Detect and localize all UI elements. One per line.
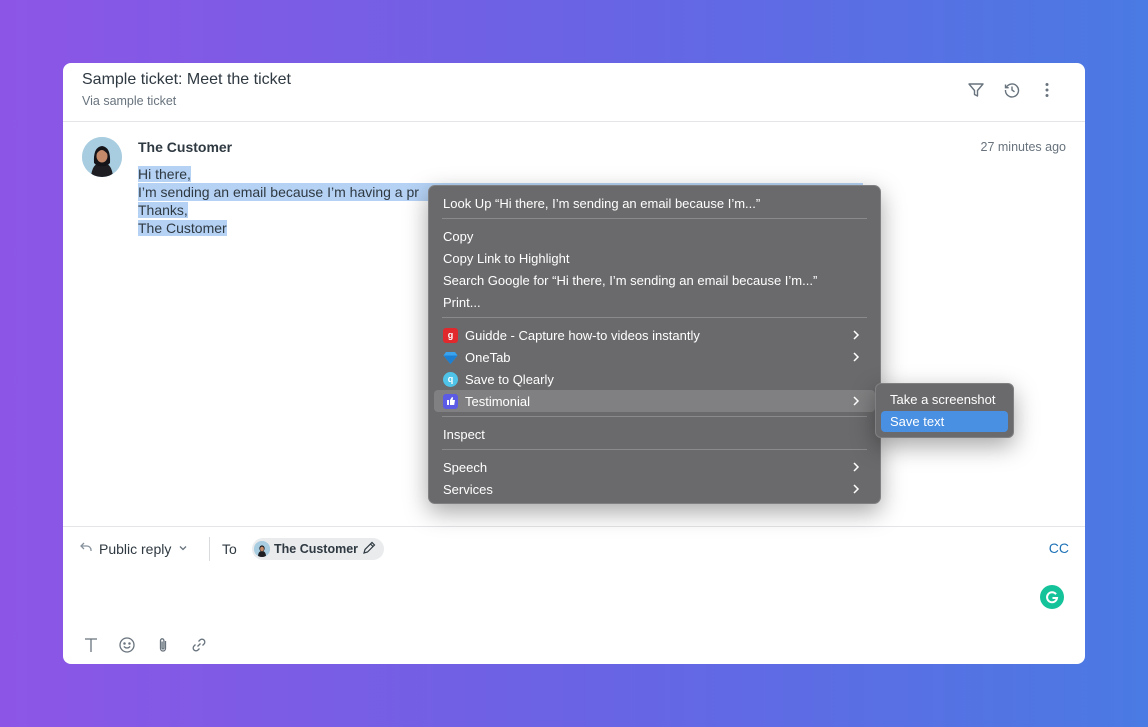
reply-type-label: Public reply [99, 540, 172, 557]
menu-item-services[interactable]: Services [434, 478, 875, 500]
message-body: Hi there, I’m sending an email because I… [138, 165, 419, 237]
menu-separator [442, 317, 867, 318]
divider [209, 537, 210, 561]
chevron-right-icon [853, 396, 860, 406]
chevron-down-icon [177, 541, 189, 557]
menu-item-label: Inspect [443, 426, 485, 442]
menu-item-label: Guidde - Capture how-to videos instantly [465, 327, 700, 343]
menu-item-onetab[interactable]: OneTab [434, 346, 875, 368]
menu-item-qlearly[interactable]: q Save to Qlearly [434, 368, 875, 390]
submenu-item-label: Save text [890, 414, 945, 429]
menu-item-copy-link[interactable]: Copy Link to Highlight [434, 247, 875, 269]
recipient-avatar [254, 541, 270, 557]
reply-type-dropdown[interactable]: Public reply [79, 540, 189, 557]
reply-composer: Public reply To The Customer CC [63, 526, 1085, 664]
menu-item-label: Print... [443, 294, 481, 310]
reply-arrow-icon [79, 540, 93, 557]
menu-item-testimonial[interactable]: Testimonial [434, 390, 875, 412]
menu-item-guidde[interactable]: g Guidde - Capture how-to videos instant… [434, 324, 875, 346]
submenu-item-take-screenshot[interactable]: Take a screenshot [881, 389, 1008, 410]
message-line: Hi there, [138, 166, 191, 182]
filter-icon[interactable] [965, 79, 987, 101]
menu-item-lookup[interactable]: Look Up “Hi there, I’m sending an email … [434, 192, 875, 214]
menu-item-label: OneTab [465, 349, 511, 365]
menu-item-search-google[interactable]: Search Google for “Hi there, I’m sending… [434, 269, 875, 291]
menu-item-print[interactable]: Print... [434, 291, 875, 313]
testimonial-submenu: Take a screenshot Save text [875, 383, 1014, 438]
message-line: Thanks, [138, 202, 188, 218]
menu-item-label: Copy Link to Highlight [443, 250, 570, 266]
emoji-icon[interactable] [117, 635, 137, 655]
menu-item-inspect[interactable]: Inspect [434, 423, 875, 445]
menu-separator [442, 449, 867, 450]
menu-item-label: Save to Qlearly [465, 371, 554, 387]
text-format-icon[interactable] [81, 635, 101, 655]
qlearly-icon: q [443, 371, 458, 387]
avatar [82, 137, 122, 177]
onetab-icon [443, 350, 458, 365]
recipient-name: The Customer [274, 542, 359, 556]
testimonial-icon [443, 393, 458, 409]
cc-link[interactable]: CC [1049, 540, 1069, 556]
ticket-header: Sample ticket: Meet the ticket Via sampl… [63, 63, 1085, 122]
menu-item-copy[interactable]: Copy [434, 225, 875, 247]
menu-item-label: Services [443, 481, 493, 497]
context-menu: Look Up “Hi there, I’m sending an email … [428, 185, 881, 504]
attachment-icon[interactable] [153, 635, 173, 655]
chevron-right-icon [853, 484, 860, 494]
message-author: The Customer [138, 139, 233, 155]
message-line: I’m sending an email because I’m having … [138, 184, 419, 200]
link-icon[interactable] [189, 635, 209, 655]
chevron-right-icon [853, 352, 860, 362]
menu-separator [442, 218, 867, 219]
menu-item-label: Testimonial [465, 393, 531, 409]
menu-item-label: Copy [443, 228, 474, 244]
recipient-chip[interactable]: The Customer [252, 538, 385, 560]
guidde-icon: g [443, 327, 458, 343]
menu-item-speech[interactable]: Speech [434, 456, 875, 478]
edit-pencil-icon[interactable] [362, 541, 376, 558]
grammarly-icon[interactable] [1040, 585, 1064, 609]
to-label: To [222, 541, 237, 557]
menu-item-label: Search Google for “Hi there, I’m sending… [443, 272, 818, 288]
history-icon[interactable] [1001, 79, 1023, 101]
chevron-right-icon [853, 330, 860, 340]
composer-toolbar [81, 635, 209, 655]
chevron-right-icon [853, 462, 860, 472]
message-line: The Customer [138, 220, 227, 236]
more-vertical-icon[interactable] [1036, 79, 1058, 101]
menu-item-label: Look Up “Hi there, I’m sending an email … [443, 195, 761, 211]
menu-item-label: Speech [443, 459, 488, 475]
ticket-subtitle: Via sample ticket [82, 94, 177, 108]
message-time: 27 minutes ago [980, 140, 1066, 154]
menu-separator [442, 416, 867, 417]
submenu-item-save-text[interactable]: Save text [881, 411, 1008, 432]
ticket-title: Sample ticket: Meet the ticket [82, 71, 291, 88]
submenu-item-label: Take a screenshot [890, 392, 996, 407]
